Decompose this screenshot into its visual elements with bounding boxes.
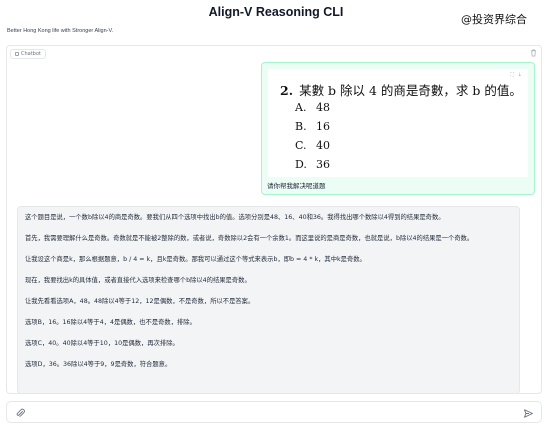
option-label: B. xyxy=(295,120,307,133)
message-input-bar xyxy=(6,401,542,423)
option-value: 48 xyxy=(316,101,330,114)
trash-icon[interactable] xyxy=(530,49,537,57)
paperclip-icon xyxy=(16,408,25,417)
option-value: 40 xyxy=(316,139,330,152)
question-option: A. 48 xyxy=(295,101,330,114)
user-message-text: 请你帮我解决呢道题 xyxy=(267,182,326,190)
send-icon xyxy=(524,409,533,418)
question-image: ⛶ ⤓ 2. 某數 b 除以 4 的商是奇數，求 b 的值。 A. 48 B. 16 … xyxy=(268,69,528,177)
download-icon[interactable]: ⤓ xyxy=(518,72,522,78)
attach-button[interactable] xyxy=(15,407,26,418)
option-value: 16 xyxy=(316,120,330,133)
question-option: B. 16 xyxy=(295,120,330,133)
expand-icon[interactable]: ⛶ xyxy=(510,72,514,78)
user-message: ⛶ ⤓ 2. 某數 b 除以 4 的商是奇數，求 b 的值。 A. 48 B. 16 … xyxy=(261,62,535,195)
bot-paragraph: 选项C，40。40除以4等于10，10是偶数，再次排除。 xyxy=(25,340,179,347)
bot-paragraph: 这个题目是说，一个数b除以4的商是奇数。要我们从四个选项中找出b的值。选项分别是… xyxy=(25,214,445,221)
chatbot-panel: Chatbot ⛶ ⤓ 2. 某數 b 除以 4 的商是奇數，求 b 的值。 A.… xyxy=(6,45,542,394)
chatbot-tag: Chatbot xyxy=(10,49,46,59)
page-subtitle: Better Hong Kong life with Stronger Alig… xyxy=(7,28,114,34)
image-tools: ⛶ ⤓ xyxy=(510,72,522,78)
bot-paragraph: 首先，我需要理解什么是奇数。奇数就是不能被2整除的数，或者说，奇数除以2会有一个… xyxy=(25,235,474,242)
question-number: 2. xyxy=(280,83,294,98)
bot-paragraph: 让我设这个商是k，那么根据题意，b / 4 = k，且k是奇数。那我可以通过这个… xyxy=(25,256,366,263)
bot-paragraph: 让我先看看选项A，48。48除以4等于12，12是偶数，不是奇数，所以不是答案。 xyxy=(25,298,255,305)
option-label: D. xyxy=(295,158,307,171)
option-label: A. xyxy=(295,101,307,114)
option-label: C. xyxy=(295,139,307,152)
bot-paragraph: 现在，我要找出k的具体值，或者直接代入选项来检查哪个b除以4的结果是奇数。 xyxy=(25,277,251,284)
question-option: D. 36 xyxy=(295,158,330,171)
bot-message: 这个题目是说，一个数b除以4的商是奇数。要我们从四个选项中找出b的值。选项分别是… xyxy=(17,206,520,393)
bot-paragraph: 选项B，16。16除以4等于4，4是偶数，也不是奇数，排除。 xyxy=(25,319,196,326)
chatbot-tag-label: Chatbot xyxy=(21,50,41,57)
option-value: 36 xyxy=(316,158,330,171)
message-input[interactable] xyxy=(31,405,511,419)
bot-paragraph: 选项D，36。36除以4等于9，9是奇数，符合题意。 xyxy=(25,361,172,368)
chat-icon xyxy=(15,52,19,56)
send-button[interactable] xyxy=(523,407,534,418)
watermark: @投资界综合 xyxy=(461,13,527,26)
question-text: 某數 b 除以 4 的商是奇數，求 b 的值。 xyxy=(299,83,522,98)
question-heading: 2. 某數 b 除以 4 的商是奇數，求 b 的值。 xyxy=(280,80,522,99)
question-option: C. 40 xyxy=(295,139,330,152)
